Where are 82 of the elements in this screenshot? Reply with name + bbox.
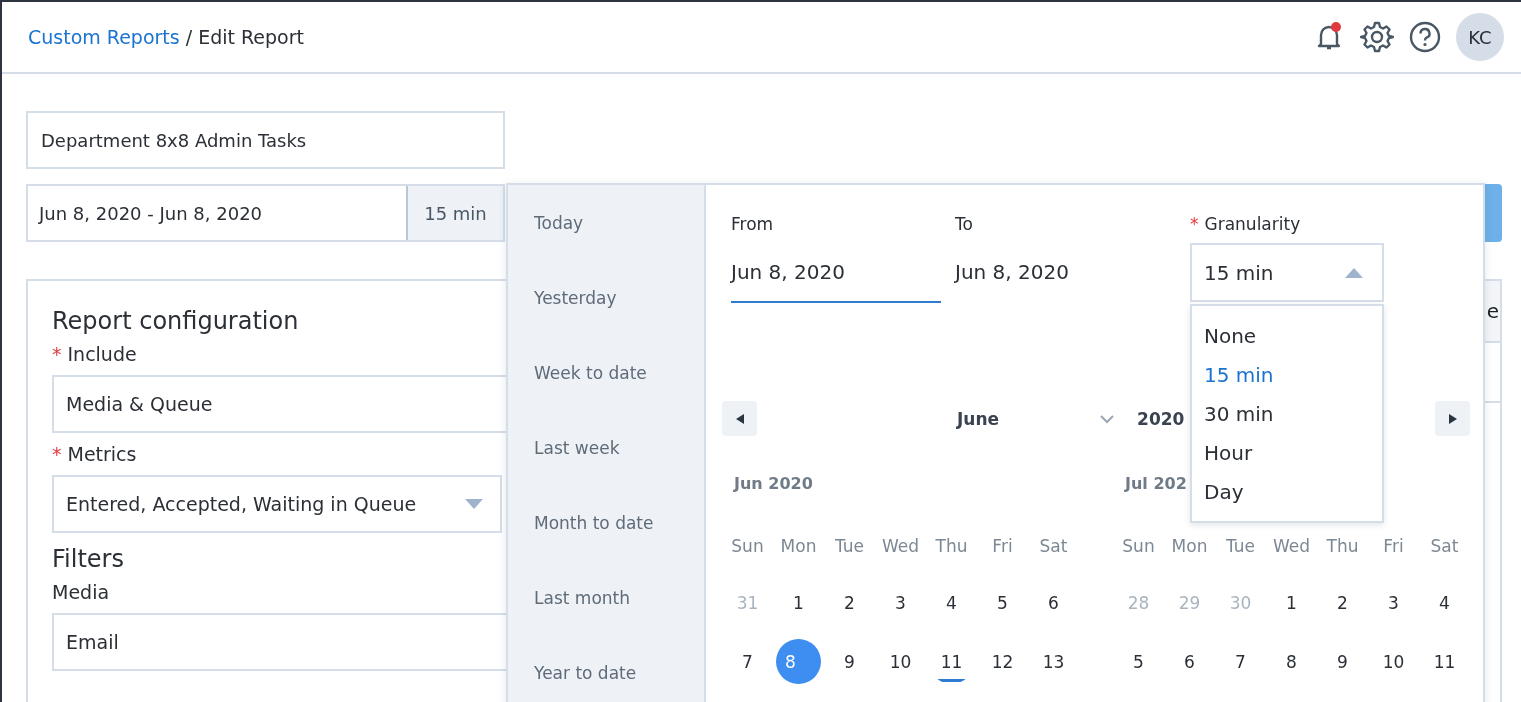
weekday-label: Wed [1272,535,1311,556]
weekday-label: Thu [935,535,968,556]
calendar-day[interactable]: 8 [1269,639,1314,684]
right-triangle-icon [1447,412,1458,425]
calendar-day[interactable]: 5 [1116,639,1161,684]
label-text: Include [67,343,137,365]
preset-option[interactable]: Month to date [508,485,704,560]
previous-month-button[interactable] [722,401,757,436]
weekday-label: Mon [1171,535,1208,556]
date-range-value: Jun 8, 2020 - Jun 8, 2020 [37,201,264,226]
section-title: Filters [52,545,125,573]
month-title: Jun 2020 [734,474,813,493]
granularity-label: Granularity [1204,214,1301,234]
month-select[interactable]: June [957,408,1000,429]
calendar-day[interactable]: 3 [878,580,923,625]
calendar-day[interactable]: 9 [827,639,872,684]
weekday-label: Mon [780,535,817,556]
breadcrumb-separator: / [185,26,193,48]
required-mark: * [52,343,62,365]
granularity-option[interactable]: None [1192,316,1382,355]
calendar-day[interactable]: 4 [1422,580,1467,625]
calendar-day[interactable]: 6 [1167,639,1212,684]
calendar-day[interactable]: 6 [1031,580,1076,625]
date-range-field[interactable]: Jun 8, 2020 - Jun 8, 2020 15 min [26,184,505,242]
granularity-option[interactable]: 15 min [1192,355,1382,394]
granularity-option[interactable]: 30 min [1192,394,1382,433]
calendar-day[interactable]: 2 [1320,580,1365,625]
to-label: To [955,213,974,236]
calendar-day[interactable]: 7 [725,639,770,684]
calendar-day[interactable]: 5 [980,580,1025,625]
left-triangle-icon [734,412,745,425]
breadcrumb-current: Edit Report [198,26,304,48]
granularity-chip[interactable]: 15 min [406,186,503,240]
label-text: Metrics [67,443,137,465]
weekday-label: Sat [1430,535,1459,556]
weekday-label: Sun [731,535,764,556]
calendar-day[interactable]: 10 [1371,639,1416,684]
user-avatar[interactable]: KC [1456,13,1504,61]
report-name-field[interactable]: Department 8x8 Admin Tasks [26,111,505,169]
calendar-day[interactable]: 1 [1269,580,1314,625]
dropdown-caret-icon [464,498,484,510]
granularity-option[interactable]: Day [1192,472,1382,511]
granularity-select[interactable]: 15 min [1190,243,1384,302]
select-value: 15 min [1204,260,1274,285]
preset-option[interactable]: Today [508,185,704,260]
calendar-day[interactable]: 12 [980,639,1025,684]
section-title: Report configuration [52,307,300,335]
calendar-day[interactable]: 3 [1371,580,1416,625]
required-mark: * [52,443,62,465]
label-text: Media [52,581,110,603]
metrics-select[interactable]: Entered, Accepted, Waiting in Queue [52,475,502,533]
weekday-label: Sun [1122,535,1155,556]
next-month-button[interactable] [1435,401,1470,436]
from-label: From [731,213,775,236]
weekday-label: Fri [992,535,1013,556]
calendar-day[interactable]: 7 [1218,639,1263,684]
calendar-day[interactable]: 11 [1422,639,1467,684]
settings-icon[interactable] [1360,20,1394,54]
from-date-field[interactable]: Jun 8, 2020 [731,243,941,303]
help-icon[interactable] [1408,20,1442,54]
preset-option[interactable]: Yesterday [508,260,704,335]
calendar-day[interactable]: 10 [878,639,923,684]
calendar-day[interactable]: 1 [776,580,821,625]
table-header-text: e [1486,299,1499,323]
granularity-option[interactable]: Hour [1192,433,1382,472]
to-date-field[interactable]: Jun 8, 2020 [955,243,1165,303]
calendar-day[interactable]: 4 [929,580,974,625]
month-title: Jul 202 [1125,474,1187,493]
weekday-label: Thu [1326,535,1359,556]
calendar-day[interactable]: 9 [1320,639,1365,684]
year-select[interactable]: 2020 [1137,408,1185,429]
breadcrumb-link[interactable]: Custom Reports [28,26,180,48]
select-value: Entered, Accepted, Waiting in Queue [66,493,417,515]
calendar-day[interactable]: 2 [827,580,872,625]
weekday-label: Wed [881,535,920,556]
weekday-label: Sat [1039,535,1068,556]
calendar-day[interactable]: 13 [1031,639,1076,684]
weekday-label: Fri [1383,535,1404,556]
weekday-label: Tue [1225,535,1255,556]
chevron-down-icon [1099,413,1116,424]
weekday-label: Tue [834,535,864,556]
required-mark: * [1190,214,1199,234]
